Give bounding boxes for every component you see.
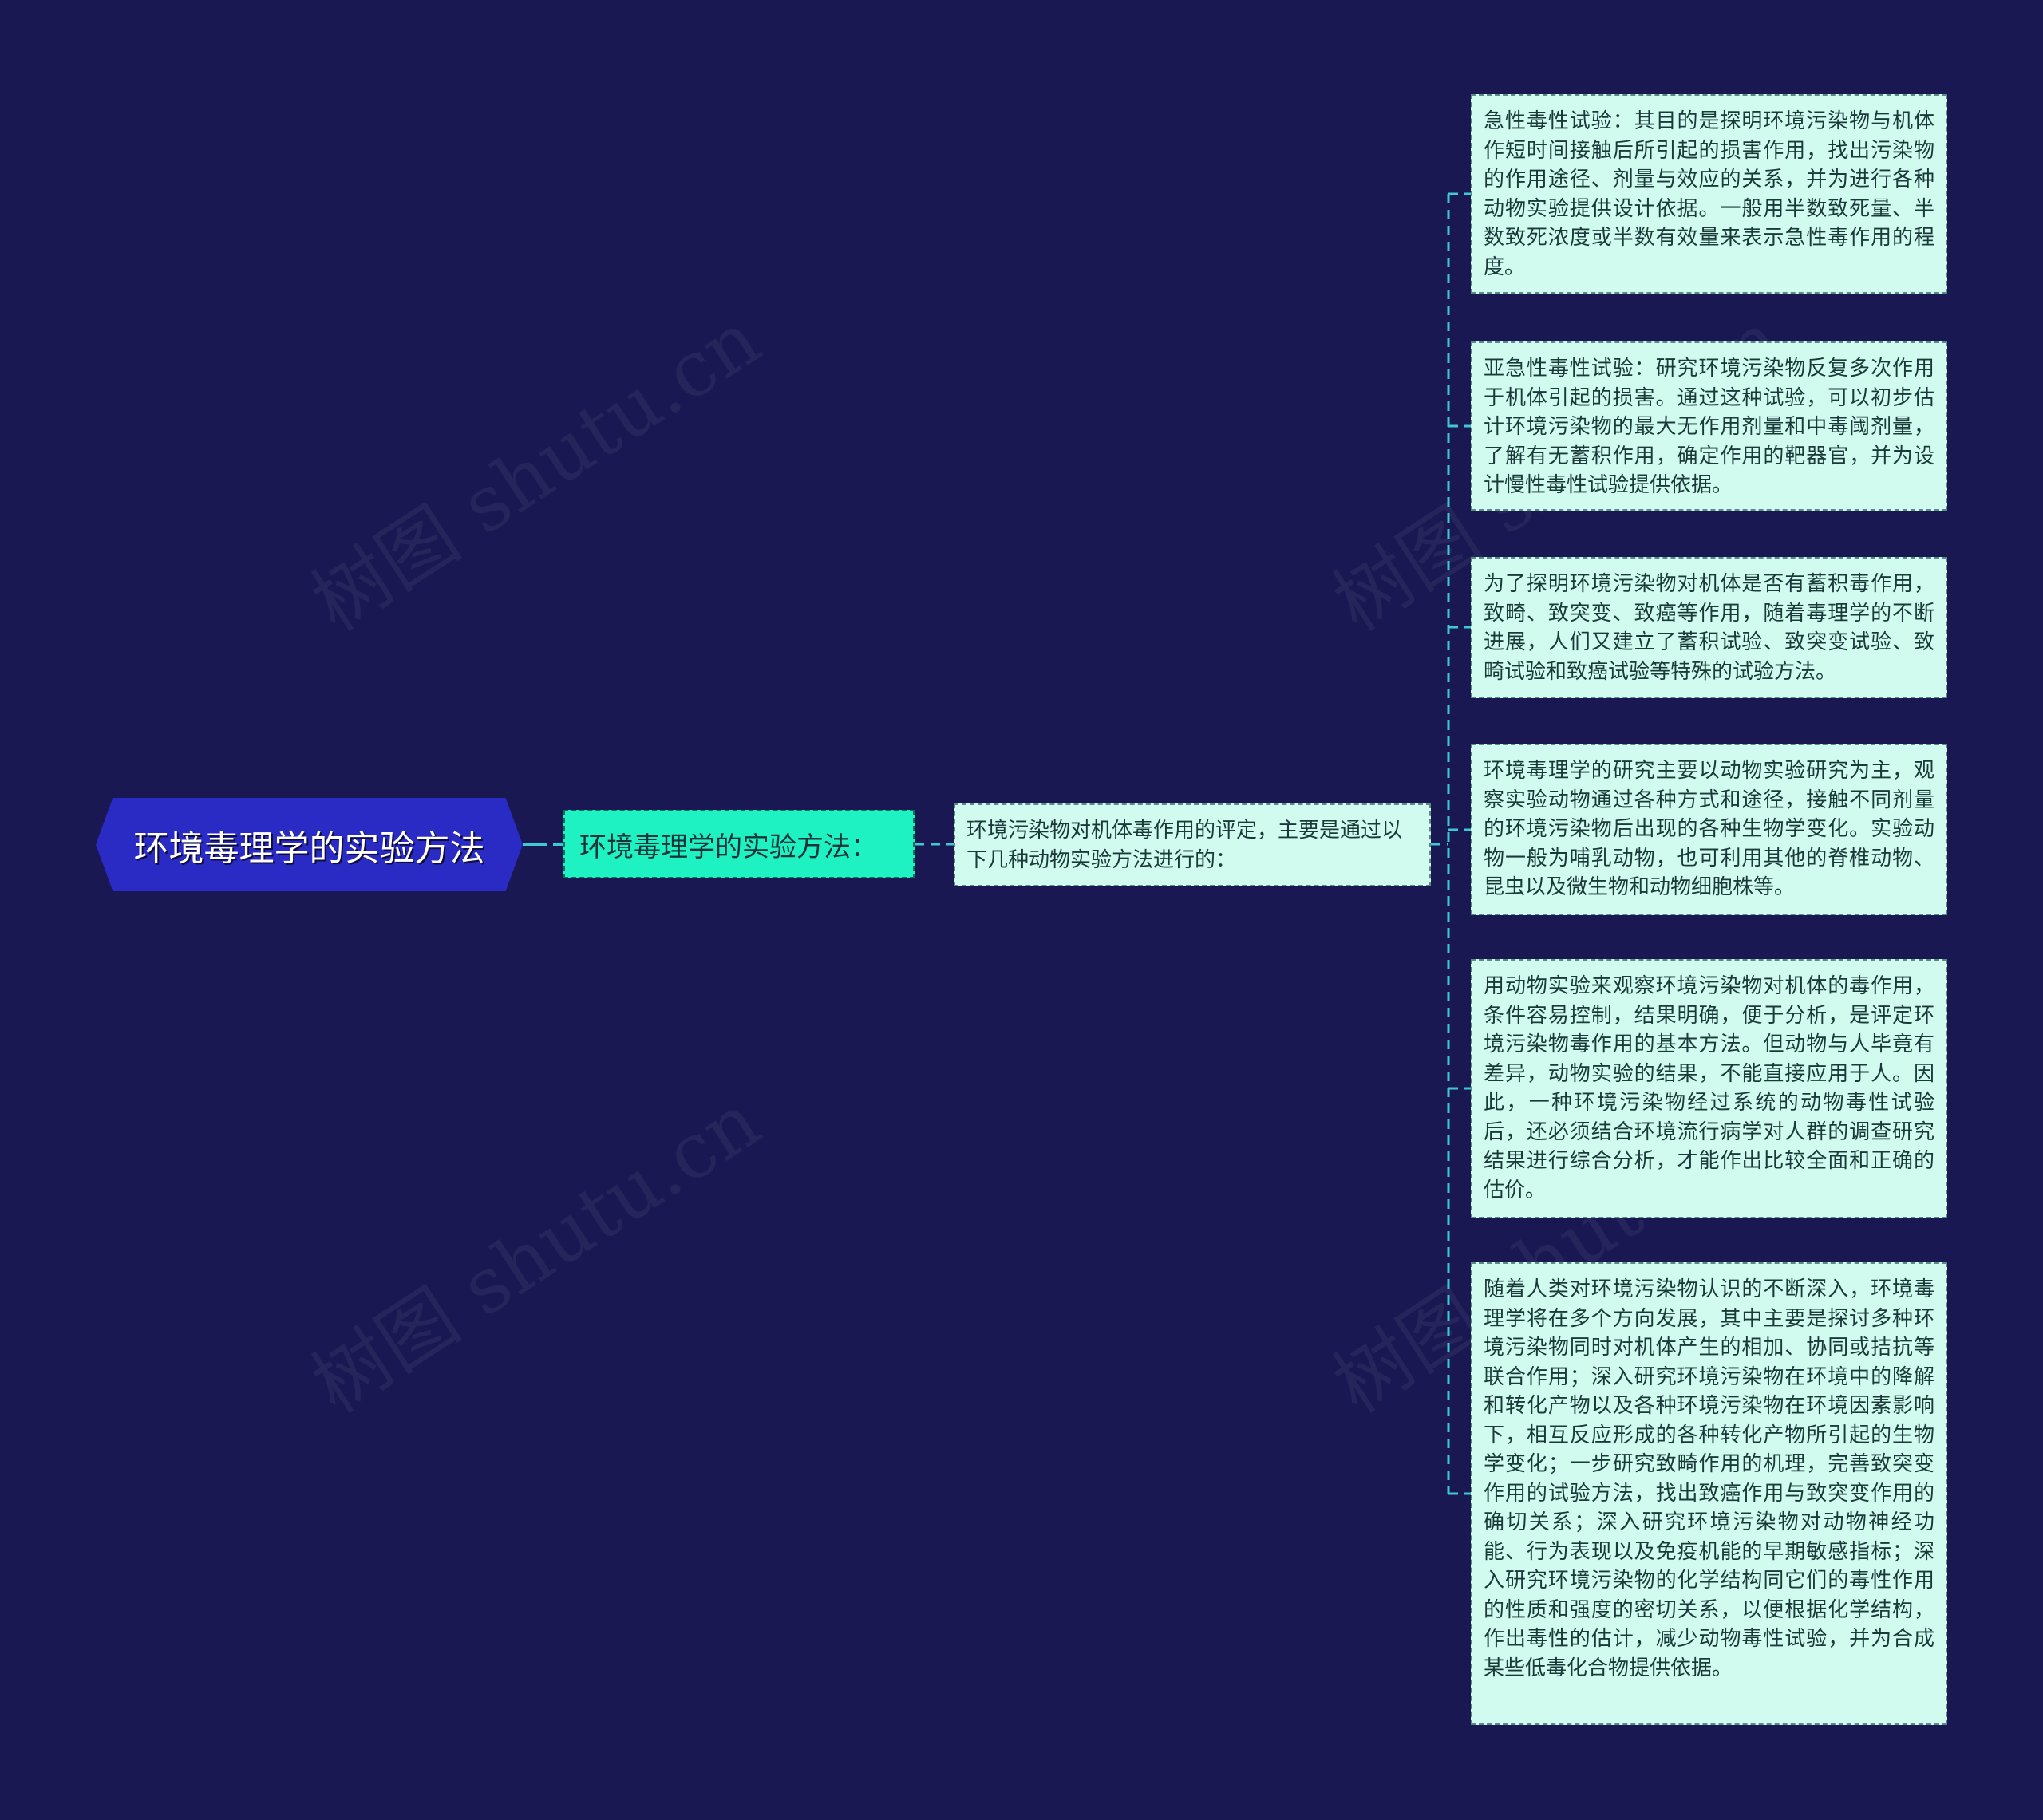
root-node-label: 环境毒理学的实验方法 xyxy=(133,827,485,869)
leaf-node-special-tests[interactable]: 为了探明环境污染物对机体是否有蓄积毒作用，致畸、致突变、致癌等作用，随着毒理学的… xyxy=(1471,557,1947,698)
leaf-node-label: 急性毒性试验：其目的是探明环境污染物与机体作短时间接触后所引起的损害作用，找出污… xyxy=(1484,109,1934,279)
leaf-node-subacute-toxicity[interactable]: 亚急性毒性试验：研究环境污染物反复多次作用于机体引起的损害。通过这种试验，可以初… xyxy=(1471,341,1947,511)
leaf-node-animal-vs-human[interactable]: 用动物实验来观察环境污染物对机体的毒作用，条件容易控制，结果明确，便于分析，是评… xyxy=(1471,959,1947,1218)
root-node[interactable]: 环境毒理学的实验方法 xyxy=(96,798,523,891)
leaf-node-label: 随着人类对环境污染物认识的不断深入，环境毒理学将在多个方向发展，其中主要是探讨多… xyxy=(1484,1277,1934,1680)
subtopic-node-evaluation[interactable]: 环境污染物对机体毒作用的评定，主要是通过以下几种动物实验方法进行的： xyxy=(954,803,1431,886)
leaf-node-animal-research[interactable]: 环境毒理学的研究主要以动物实验研究为主，观察实验动物通过各种方式和途径，接触不同… xyxy=(1471,744,1947,915)
leaf-node-label: 亚急性毒性试验：研究环境污染物反复多次作用于机体引起的损害。通过这种试验，可以初… xyxy=(1484,357,1934,497)
topic-node-experimental-methods[interactable]: 环境毒理学的实验方法： xyxy=(563,810,915,878)
leaf-node-label: 为了探明环境污染物对机体是否有蓄积毒作用，致畸、致突变、致癌等作用，随着毒理学的… xyxy=(1484,572,1934,684)
leaf-node-label: 环境毒理学的研究主要以动物实验研究为主，观察实验动物通过各种方式和途径，接触不同… xyxy=(1484,759,1934,899)
leaf-node-future-directions[interactable]: 随着人类对环境污染物认识的不断深入，环境毒理学将在多个方向发展，其中主要是探讨多… xyxy=(1471,1262,1947,1725)
subtopic-node-label: 环境污染物对机体毒作用的评定，主要是通过以下几种动物实验方法进行的： xyxy=(966,819,1403,872)
leaf-node-acute-toxicity[interactable]: 急性毒性试验：其目的是探明环境污染物与机体作短时间接触后所引起的损害作用，找出污… xyxy=(1471,94,1947,294)
leaf-node-label: 用动物实验来观察环境污染物对机体的毒作用，条件容易控制，结果明确，便于分析，是评… xyxy=(1484,974,1934,1202)
topic-node-label: 环境毒理学的实验方法： xyxy=(579,831,878,863)
